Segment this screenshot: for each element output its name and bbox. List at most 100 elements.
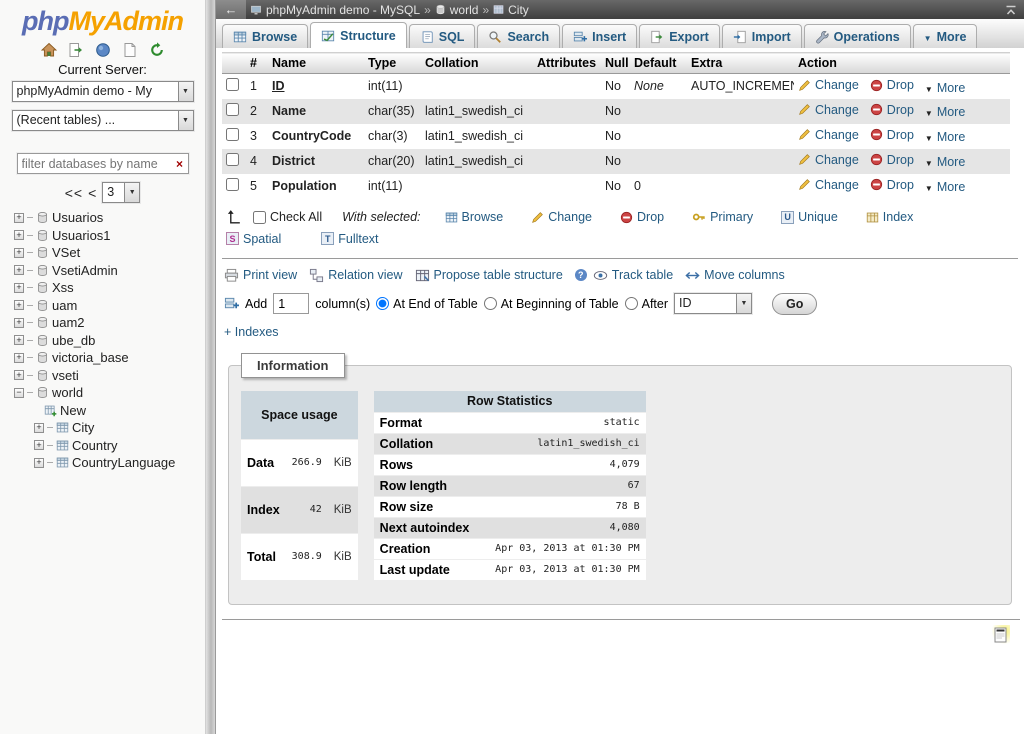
reload-icon[interactable] [149,42,165,58]
phpmyadmin-logo[interactable]: phpMyAdmin [0,6,205,36]
db-item-victoria-base[interactable]: victoria_base [0,349,205,367]
db-item-vsetiadmin[interactable]: VsetiAdmin [0,262,205,280]
indexes-link[interactable]: + Indexes [224,325,279,339]
clear-filter-icon[interactable] [172,157,188,171]
move-columns-link[interactable]: Move columns [685,268,785,283]
tab-insert[interactable]: Insert [562,24,637,48]
relation-view-link[interactable]: Relation view [309,268,402,283]
tab-browse[interactable]: Browse [222,24,308,48]
check-all-toggle[interactable]: Check All [253,210,322,224]
tab-sql[interactable]: SQL [409,24,476,48]
drop-column-link[interactable]: Drop [870,128,914,142]
home-icon[interactable] [41,42,57,58]
logout-icon[interactable] [68,42,84,58]
expand-icon[interactable] [14,265,24,275]
expand-icon[interactable] [14,248,24,258]
more-column-link[interactable]: More [925,81,965,95]
drop-column-link[interactable]: Drop [870,103,914,117]
pager-page-select[interactable]: 3 [102,182,140,203]
expand-icon[interactable] [34,458,44,468]
open-new-window-icon[interactable] [992,625,1010,645]
back-arrow-icon[interactable] [216,0,246,19]
selected-drop-link[interactable]: Drop [620,210,664,224]
tab-import[interactable]: Import [722,24,802,48]
breadcrumb-database[interactable]: world [450,3,479,17]
chevron-down-icon[interactable] [178,111,193,130]
track-table-link[interactable]: Track table [593,268,673,283]
db-item-usuarios1[interactable]: Usuarios1 [0,227,205,245]
propose-structure-link[interactable]: Propose table structure [415,268,563,283]
change-column-link[interactable]: Change [798,128,859,142]
collapse-top-icon[interactable] [1004,3,1018,17]
tree-item-country[interactable]: Country [0,437,205,455]
sidebar-resize-handle[interactable] [205,0,216,734]
chevron-down-icon[interactable] [124,183,139,202]
db-item-xss[interactable]: Xss [0,279,205,297]
db-item-usuarios[interactable]: Usuarios [0,209,205,227]
selected-browse-link[interactable]: Browse [445,210,504,224]
drop-column-link[interactable]: Drop [870,78,914,92]
expand-icon[interactable] [14,213,24,223]
change-column-link[interactable]: Change [798,78,859,92]
database-filter-input[interactable] [18,155,172,173]
add-count-input[interactable] [273,293,309,314]
row-checkbox[interactable] [226,78,239,91]
tab-operations[interactable]: Operations [804,24,911,48]
tab-export[interactable]: Export [639,24,720,48]
recent-tables-select[interactable]: (Recent tables) ... [12,110,194,131]
selected-fulltext-link[interactable]: TFulltext [321,232,378,246]
selected-change-link[interactable]: Change [531,210,592,224]
after-column-select[interactable]: ID [674,293,752,314]
selected-unique-link[interactable]: UUnique [781,210,838,224]
db-item-world[interactable]: world [0,384,205,402]
db-item-vseti[interactable]: vseti [0,367,205,385]
db-item-vset[interactable]: VSet [0,244,205,262]
pager-fast-back[interactable]: << [65,185,83,201]
row-checkbox[interactable] [226,128,239,141]
breadcrumb-server[interactable]: phpMyAdmin demo - MySQL [266,3,420,17]
tab-search[interactable]: Search [477,24,560,48]
expand-icon[interactable] [14,230,24,240]
db-item-ube-db[interactable]: ube_db [0,332,205,350]
chevron-down-icon[interactable] [736,294,751,313]
radio-end-of-table[interactable]: At End of Table [376,297,478,311]
drop-column-link[interactable]: Drop [870,153,914,167]
after-radio[interactable] [625,297,638,310]
row-checkbox[interactable] [226,103,239,116]
db-item-uam[interactable]: uam [0,297,205,315]
pager-back[interactable]: < [88,185,97,201]
help-icon[interactable] [575,269,587,281]
change-column-link[interactable]: Change [798,153,859,167]
expand-icon[interactable] [34,423,44,433]
expand-icon[interactable] [14,353,24,363]
breadcrumb-table[interactable]: City [508,3,529,17]
radio-beginning-of-table[interactable]: At Beginning of Table [484,297,619,311]
print-view-link[interactable]: Print view [224,268,297,283]
selected-spatial-link[interactable]: SSpatial [226,232,281,246]
selected-index-link[interactable]: Index [866,210,914,224]
change-column-link[interactable]: Change [798,178,859,192]
change-column-link[interactable]: Change [798,103,859,117]
expand-icon[interactable] [34,440,44,450]
more-column-link[interactable]: More [925,180,965,194]
expand-icon[interactable] [14,300,24,310]
selected-primary-link[interactable]: Primary [692,210,753,224]
collapse-icon[interactable] [14,388,24,398]
go-button[interactable]: Go [772,293,817,315]
tree-item-countrylanguage[interactable]: CountryLanguage [0,454,205,472]
row-checkbox[interactable] [226,153,239,166]
expand-icon[interactable] [14,283,24,293]
more-column-link[interactable]: More [925,155,965,169]
more-column-link[interactable]: More [925,130,965,144]
drop-column-link[interactable]: Drop [870,178,914,192]
tab-more[interactable]: More [913,24,978,48]
tab-structure[interactable]: Structure [310,22,407,48]
chevron-down-icon[interactable] [178,82,193,101]
beginning-of-table-radio[interactable] [484,297,497,310]
row-checkbox[interactable] [226,178,239,191]
server-select[interactable]: phpMyAdmin demo - My [12,81,194,102]
check-all-checkbox[interactable] [253,211,266,224]
tree-item-new-table[interactable]: New [0,402,205,420]
expand-icon[interactable] [14,370,24,380]
end-of-table-radio[interactable] [376,297,389,310]
